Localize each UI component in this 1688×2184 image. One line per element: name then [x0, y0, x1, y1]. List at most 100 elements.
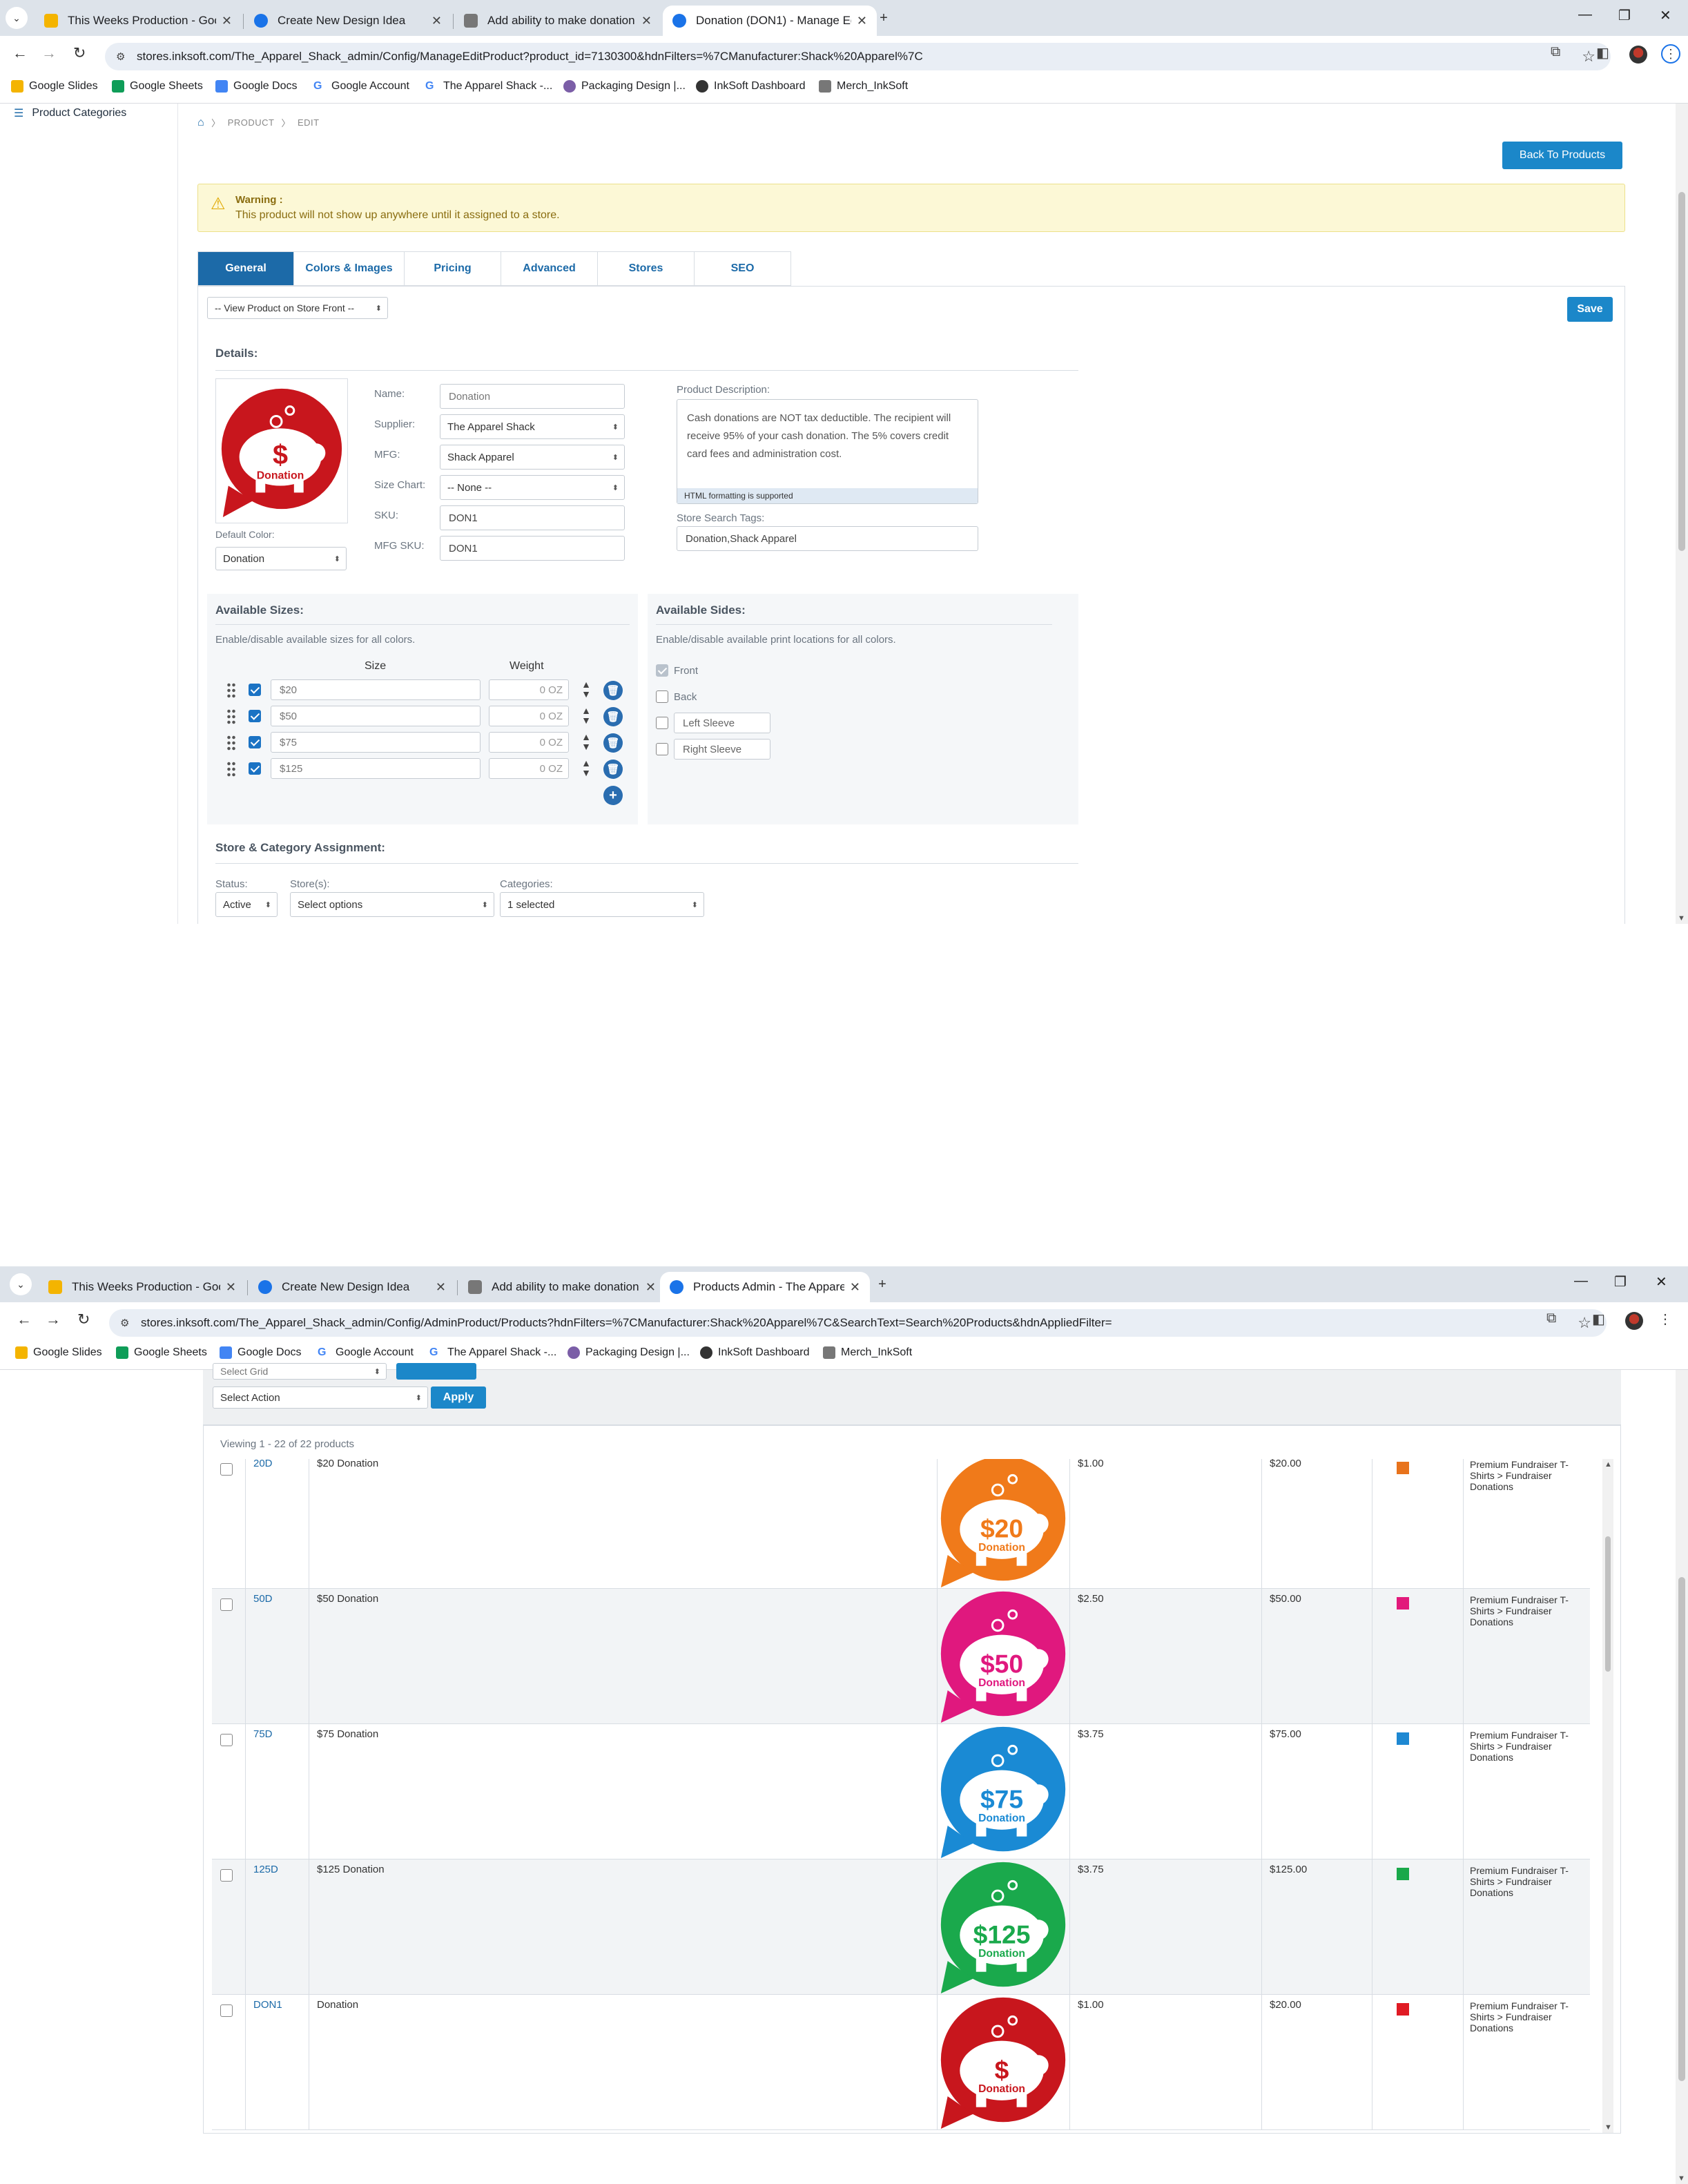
mfg-select[interactable]: Shack Apparel — [440, 445, 625, 470]
home-icon[interactable]: ⌂ — [197, 117, 204, 129]
menu-icon[interactable]: ⋮ — [1658, 1311, 1672, 1328]
status-select[interactable]: Active — [215, 892, 278, 917]
browser-tab[interactable]: Add ability to make donation | ✕ — [454, 6, 661, 36]
bookmark[interactable]: Google Slides — [11, 80, 98, 93]
bookmark-star-icon[interactable]: ☆ — [1582, 48, 1595, 66]
weight-input[interactable]: 0 OZ — [489, 732, 569, 753]
bookmark[interactable]: G Google Account — [313, 80, 409, 93]
size-input[interactable]: $20 — [271, 679, 481, 700]
tab-stores[interactable]: Stores — [598, 251, 695, 286]
left-sleeve-input[interactable]: Left Sleeve — [674, 713, 770, 733]
trash-icon[interactable]: 🗑 — [603, 681, 623, 700]
save-button[interactable]: Save — [1567, 297, 1613, 322]
weight-input[interactable]: 0 OZ — [489, 758, 569, 779]
description-textarea[interactable]: Cash donations are NOT tax deductible. T… — [677, 399, 978, 504]
scroll-down-icon[interactable]: ▼ — [1604, 2123, 1612, 2132]
minimize-icon[interactable]: — — [1578, 7, 1592, 23]
size-input[interactable]: $75 — [271, 732, 481, 753]
close-icon[interactable]: ✕ — [641, 14, 652, 28]
forward-icon[interactable]: → — [46, 1311, 61, 1328]
row-checkbox[interactable] — [220, 1869, 233, 1882]
menu-icon[interactable]: ⋮ — [1661, 44, 1680, 64]
browser-tab[interactable]: Add ability to make donation | ✕ — [458, 1272, 666, 1302]
size-enabled-checkbox[interactable] — [249, 710, 261, 722]
browser-tab-active[interactable]: Donation (DON1) - Manage Ed ✕ — [663, 6, 877, 36]
row-checkbox[interactable] — [220, 1463, 233, 1476]
select-action-select[interactable]: Select Action — [213, 1386, 428, 1409]
default-color-select[interactable]: Donation — [215, 547, 347, 570]
size-input[interactable]: $50 — [271, 706, 481, 726]
new-tab-icon[interactable]: + — [873, 7, 895, 29]
add-size-icon[interactable]: + — [603, 786, 623, 805]
scrollbar-thumb[interactable] — [1678, 1577, 1685, 2081]
table-row[interactable]: DON1 Donation $ Donation $1.00 $20.00 Premium … — [212, 1995, 1590, 2130]
bookmark[interactable]: Merch_InkSoft — [823, 1346, 912, 1359]
row-checkbox[interactable] — [220, 2004, 233, 2017]
reload-icon[interactable]: ↻ — [77, 1311, 90, 1328]
weight-input[interactable]: 0 OZ — [489, 706, 569, 726]
page-scrollbar[interactable]: ▼ — [1676, 1370, 1688, 2184]
bookmark-star-icon[interactable]: ☆ — [1578, 1314, 1591, 1332]
profile-avatar[interactable] — [1629, 46, 1647, 64]
select-grid-select[interactable]: Select Grid — [213, 1363, 387, 1380]
side-back-checkbox[interactable] — [656, 690, 668, 703]
browser-tab[interactable]: Create New Design Idea ✕ — [244, 6, 452, 36]
trash-icon[interactable]: 🗑 — [603, 707, 623, 726]
minimize-icon[interactable]: — — [1574, 1273, 1588, 1289]
close-window-icon[interactable]: ✕ — [1660, 7, 1671, 24]
sku-input[interactable]: DON1 — [440, 505, 625, 530]
bookmark[interactable]: Packaging Design |... — [567, 1346, 690, 1359]
supplier-select[interactable]: The Apparel Shack — [440, 414, 625, 439]
view-on-store-select[interactable]: -- View Product on Store Front -- — [207, 297, 388, 319]
address-bar[interactable]: ⚙ stores.inksoft.com/The_Apparel_Shack_ad… — [109, 1309, 1607, 1337]
table-row[interactable]: 125D $125 Donation $125 Donation $3.75 $125.0… — [212, 1859, 1590, 1995]
bookmark[interactable]: InkSoft Dashboard — [700, 1346, 810, 1359]
categories-select[interactable]: 1 selected — [500, 892, 704, 917]
weight-input[interactable]: 0 OZ — [489, 679, 569, 700]
apply-button[interactable]: Apply — [431, 1386, 486, 1409]
row-checkbox[interactable] — [220, 1598, 233, 1611]
size-enabled-checkbox[interactable] — [249, 736, 261, 748]
row-checkbox[interactable] — [220, 1734, 233, 1746]
scrollbar-thumb[interactable] — [1605, 1536, 1611, 1672]
extensions-icon[interactable]: ⧉ — [1551, 44, 1560, 60]
table-row[interactable]: 75D $75 Donation $75 Donation $3.75 $75.00 Pre… — [212, 1724, 1590, 1859]
scroll-down-icon[interactable]: ▼ — [1678, 914, 1685, 922]
browser-tab-active[interactable]: Products Admin - The Apparel ✕ — [660, 1272, 870, 1302]
site-info-icon[interactable]: ⚙ — [120, 1317, 129, 1329]
page-scrollbar[interactable]: ▼ — [1676, 104, 1688, 924]
reorder-arrows-icon[interactable]: ▲ ▼ — [580, 679, 592, 700]
tab-search-icon[interactable]: ⌄ — [6, 7, 28, 29]
tags-input[interactable]: Donation,Shack Apparel — [677, 526, 978, 551]
name-input[interactable]: Donation — [440, 384, 625, 409]
restore-icon[interactable]: ❐ — [1614, 1273, 1627, 1291]
close-window-icon[interactable]: ✕ — [1656, 1273, 1667, 1291]
bookmark[interactable]: Google Docs — [215, 80, 298, 93]
sidebar-item-product-categories[interactable]: ☰ Product Categories — [14, 106, 126, 120]
breadcrumb-product[interactable]: PRODUCT — [228, 117, 275, 128]
tab-general[interactable]: General — [197, 251, 294, 286]
close-icon[interactable]: ✕ — [436, 1280, 446, 1295]
browser-tab[interactable]: This Weeks Production - Googl ✕ — [39, 1272, 246, 1302]
back-icon[interactable]: ← — [12, 44, 28, 62]
table-scrollbar[interactable]: ▲ ▼ — [1602, 1459, 1613, 2133]
bookmark[interactable]: Packaging Design |... — [563, 80, 686, 93]
back-icon[interactable]: ← — [17, 1311, 32, 1328]
size-chart-select[interactable]: -- None -- — [440, 475, 625, 500]
drag-handle-icon[interactable] — [226, 761, 236, 777]
drag-handle-icon[interactable] — [226, 708, 236, 725]
bookmark[interactable]: Google Docs — [220, 1346, 302, 1359]
right-sleeve-input[interactable]: Right Sleeve — [674, 739, 770, 760]
forward-icon[interactable]: → — [41, 44, 57, 62]
product-sku-link[interactable]: DON1 — [253, 1999, 282, 2011]
product-sku-link[interactable]: 75D — [253, 1728, 273, 1740]
reorder-arrows-icon[interactable]: ▲ ▼ — [580, 732, 592, 753]
scroll-up-icon[interactable]: ▲ — [1604, 1460, 1612, 1469]
close-icon[interactable]: ✕ — [646, 1280, 656, 1295]
site-info-icon[interactable]: ⚙ — [116, 50, 125, 63]
side-right-sleeve-checkbox[interactable] — [656, 743, 668, 755]
bookmark[interactable]: G The Apparel Shack -... — [425, 80, 552, 93]
address-bar[interactable]: ⚙ stores.inksoft.com/The_Apparel_Shack_ad… — [105, 43, 1611, 70]
reorder-arrows-icon[interactable]: ▲ ▼ — [580, 706, 592, 726]
browser-tab[interactable]: Create New Design Idea ✕ — [249, 1272, 456, 1302]
